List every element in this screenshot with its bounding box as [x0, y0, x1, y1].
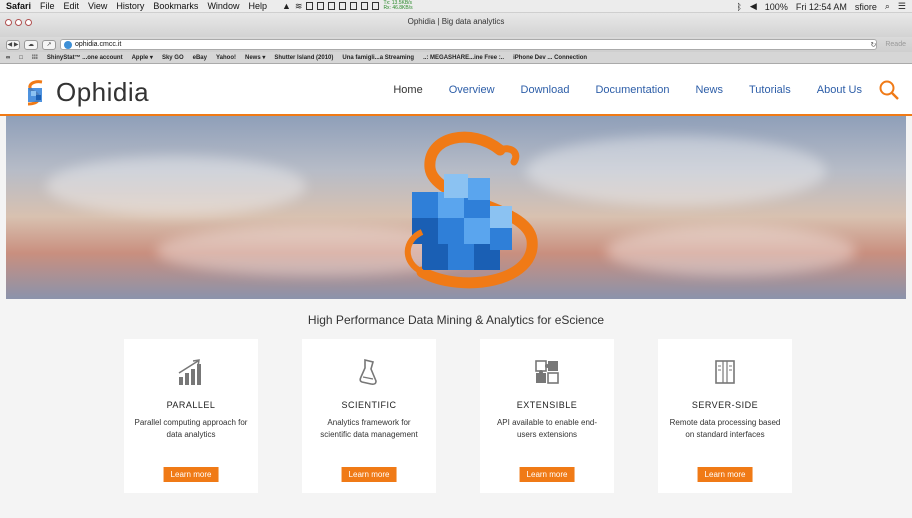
status-square-icon[interactable] [306, 2, 314, 10]
nav-home[interactable]: Home [393, 84, 422, 96]
notification-icon[interactable]: ☰ [898, 1, 906, 12]
status-square-icon[interactable] [372, 2, 380, 10]
bookmark-item[interactable]: News ▾ [245, 54, 265, 61]
menu-bookmarks[interactable]: Bookmarks [153, 1, 198, 11]
feature-card-scientific: SCIENTIFIC Analytics framework for scien… [302, 339, 436, 493]
status-square-icon[interactable] [361, 2, 369, 10]
reader-button[interactable]: Reade [885, 41, 906, 48]
user-name[interactable]: sfiore [855, 2, 877, 12]
back-forward-button[interactable]: ◀ ▶ [6, 39, 20, 50]
card-title: SERVER-SIDE [691, 400, 759, 410]
bookmark-item[interactable]: ..: MEGASHARE...ine Free :.. [423, 55, 504, 61]
url-text: ophidia.cmcc.it [75, 41, 122, 48]
status-square-icon[interactable] [350, 2, 358, 10]
mac-menubar: Safari File Edit View History Bookmarks … [0, 0, 912, 13]
learn-more-button[interactable]: Learn more [341, 467, 397, 482]
site-logo[interactable]: Ophidia [20, 77, 149, 108]
window-titlebar: Ophidia | Big data analytics [0, 13, 912, 37]
spotlight-icon[interactable]: ⌕ [885, 1, 890, 12]
card-description: Remote data processing based on standard… [669, 418, 781, 439]
bookmark-item[interactable]: Apple ▾ [132, 54, 153, 61]
bookmarks-bar: ∞ □ ⁞⁞⁞ ShinyStat™ ...one account Apple … [0, 52, 912, 64]
menu-help[interactable]: Help [248, 1, 267, 11]
clock[interactable]: Fri 12:54 AM [796, 2, 847, 12]
bluetooth-icon[interactable]: ᛒ [736, 2, 741, 12]
bookmark-item[interactable]: Una famigli...a Streaming [342, 55, 414, 61]
ophidia-logo-icon [27, 79, 43, 105]
site-favicon-icon [64, 40, 72, 49]
menu-view[interactable]: View [88, 1, 107, 11]
bookmark-item[interactable]: iPhone Dev ... Connection [513, 55, 587, 61]
card-description: Parallel computing approach for data ana… [134, 418, 248, 439]
card-description: Analytics framework for scientific data … [320, 418, 418, 439]
learn-more-button[interactable]: Learn more [519, 467, 575, 482]
reload-icon[interactable]: ↻ [870, 41, 876, 49]
logo-text: Ophidia [56, 77, 150, 107]
learn-more-button[interactable]: Learn more [163, 467, 219, 482]
window-title: Ophidia | Big data analytics [407, 17, 505, 26]
menu-app[interactable]: Safari [6, 1, 31, 11]
net-rx: Rx: 46.8KB/s [383, 5, 413, 11]
reading-list-icon[interactable]: ∞ [6, 55, 10, 61]
server-icon [715, 360, 735, 384]
nav-documentation[interactable]: Documentation [595, 84, 669, 96]
learn-more-button[interactable]: Learn more [697, 467, 753, 482]
browser-toolbar: ◀ ▶ ☁ ↗ ophidia.cmcc.it ↻ Reade [0, 37, 912, 52]
net-speed: Tx: 13.5KB/s Rx: 46.8KB/s [383, 1, 412, 11]
card-title: EXTENSIBLE [516, 400, 578, 410]
nav-news[interactable]: News [695, 84, 723, 96]
flask-icon [359, 358, 377, 385]
nav-overview[interactable]: Overview [449, 84, 495, 96]
site-header: Ophidia Home Overview Download Documenta… [0, 64, 912, 116]
bar-chart-icon [178, 359, 201, 385]
nav-tutorials[interactable]: Tutorials [749, 84, 791, 96]
status-app-icon[interactable]: ▲ [282, 1, 291, 11]
bookmark-item[interactable]: Sky GO [162, 55, 184, 61]
nav-download[interactable]: Download [521, 84, 570, 96]
address-bar[interactable]: ophidia.cmcc.it ↻ [60, 39, 878, 50]
hero-banner [6, 116, 906, 299]
battery-level[interactable]: 100% [765, 2, 788, 12]
menu-edit[interactable]: Edit [64, 1, 80, 11]
card-title: SCIENTIFIC [341, 400, 397, 410]
search-icon[interactable] [878, 79, 900, 101]
status-square-icon[interactable] [317, 2, 325, 10]
menubar-right: ᛒ ◀ 100% Fri 12:54 AM sfiore ⌕ ☰ [736, 0, 906, 12]
menu-file[interactable]: File [40, 1, 55, 11]
main-nav: Home Overview Download Documentation New… [393, 84, 862, 96]
ophidia-hero-logo-icon [404, 131, 538, 289]
bookmark-item[interactable]: Shutter Island (2010) [274, 55, 333, 61]
top-sites-icon[interactable]: ⁞⁞⁞ [32, 55, 38, 61]
feature-card-extensible: EXTENSIBLE API available to enable end-u… [480, 339, 614, 493]
feature-card-parallel: PARALLEL Parallel computing approach for… [124, 339, 258, 493]
card-description: API available to enable end-users extens… [496, 418, 598, 439]
feature-card-server-side: SERVER-SIDE Remote data processing based… [658, 339, 792, 493]
puzzle-icon [535, 360, 559, 384]
site-tagline: High Performance Data Mining & Analytics… [307, 313, 605, 327]
card-title: PARALLEL [166, 400, 216, 410]
volume-icon[interactable]: ◀ [750, 1, 757, 12]
menu-window[interactable]: Window [207, 1, 239, 11]
wifi-icon[interactable]: ≋ [295, 1, 303, 12]
bookmark-item[interactable]: ShinyStat™ ...one account [47, 55, 123, 61]
menu-history[interactable]: History [116, 1, 144, 11]
status-icons: ▲ ≋ Tx: 13.5KB/s Rx: 46.8KB/s [282, 1, 413, 12]
feature-cards: PARALLEL Parallel computing approach for… [124, 339, 792, 493]
status-square-icon[interactable] [328, 2, 336, 10]
bookmark-item[interactable]: Yahoo! [216, 55, 236, 61]
bookmark-item[interactable]: eBay [193, 55, 207, 61]
bookmarks-book-icon[interactable]: □ [19, 55, 23, 61]
status-square-icon[interactable] [339, 2, 347, 10]
share-button[interactable]: ↗ [42, 39, 56, 50]
nav-about-us[interactable]: About Us [817, 84, 862, 96]
icloud-tabs-button[interactable]: ☁ [24, 39, 38, 50]
